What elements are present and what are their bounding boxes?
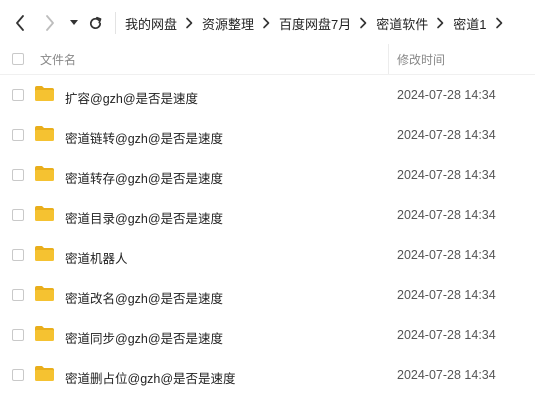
file-name[interactable]: 密道链转@gzh@是否是速度 bbox=[65, 128, 223, 147]
toolbar-divider bbox=[115, 12, 116, 34]
file-modified-time: 2024-07-28 14:34 bbox=[397, 288, 496, 302]
back-button[interactable] bbox=[10, 12, 30, 34]
file-modified-time: 2024-07-28 14:34 bbox=[397, 248, 496, 262]
chevron-left-icon bbox=[16, 15, 24, 31]
file-row[interactable]: 密道目录@gzh@是否是速度 2024-07-28 14:34 bbox=[0, 195, 535, 235]
chevron-right-icon[interactable] bbox=[495, 17, 505, 29]
file-row[interactable]: 密道转存@gzh@是否是速度 2024-07-28 14:34 bbox=[0, 155, 535, 195]
file-name[interactable]: 密道目录@gzh@是否是速度 bbox=[65, 208, 223, 227]
folder-icon bbox=[35, 166, 54, 181]
file-row[interactable]: 密道删占位@gzh@是否是速度 2024-07-28 14:34 bbox=[0, 355, 535, 395]
file-modified-time: 2024-07-28 14:34 bbox=[397, 128, 496, 142]
row-checkbox[interactable] bbox=[12, 169, 24, 181]
file-modified-time: 2024-07-28 14:34 bbox=[397, 368, 496, 382]
row-checkbox[interactable] bbox=[12, 369, 24, 381]
file-name[interactable]: 密道转存@gzh@是否是速度 bbox=[65, 168, 223, 187]
caret-down-icon bbox=[70, 20, 78, 25]
file-row[interactable]: 密道同步@gzh@是否是速度 2024-07-28 14:34 bbox=[0, 315, 535, 355]
folder-icon bbox=[35, 126, 54, 141]
row-checkbox[interactable] bbox=[12, 89, 24, 101]
breadcrumb-item[interactable]: 密道1 bbox=[453, 14, 486, 33]
column-divider[interactable] bbox=[388, 44, 389, 74]
refresh-button[interactable] bbox=[85, 12, 105, 34]
column-header-name[interactable]: 文件名 bbox=[40, 51, 76, 68]
forward-button[interactable] bbox=[40, 12, 60, 34]
breadcrumb-item[interactable]: 我的网盘 bbox=[125, 14, 177, 33]
file-modified-time: 2024-07-28 14:34 bbox=[397, 168, 496, 182]
chevron-right-icon bbox=[436, 17, 446, 29]
folder-icon bbox=[35, 246, 54, 261]
folder-icon bbox=[35, 206, 54, 221]
toolbar: 我的网盘 资源整理 百度网盘7月 密道软件 密道1 bbox=[0, 0, 535, 44]
chevron-right-icon bbox=[46, 15, 54, 31]
folder-icon bbox=[35, 366, 54, 381]
row-checkbox[interactable] bbox=[12, 209, 24, 221]
chevron-right-icon bbox=[359, 17, 369, 29]
history-dropdown-button[interactable] bbox=[64, 12, 84, 34]
file-name[interactable]: 扩容@gzh@是否是速度 bbox=[65, 88, 198, 107]
file-modified-time: 2024-07-28 14:34 bbox=[397, 88, 496, 102]
file-modified-time: 2024-07-28 14:34 bbox=[397, 208, 496, 222]
file-name[interactable]: 密道改名@gzh@是否是速度 bbox=[65, 288, 223, 307]
folder-icon bbox=[35, 326, 54, 341]
folder-icon bbox=[35, 286, 54, 301]
file-list-header: 文件名 修改时间 bbox=[0, 44, 535, 75]
row-checkbox[interactable] bbox=[12, 329, 24, 341]
breadcrumb-item[interactable]: 百度网盘7月 bbox=[279, 14, 351, 33]
file-row[interactable]: 扩容@gzh@是否是速度 2024-07-28 14:34 bbox=[0, 75, 535, 115]
refresh-icon bbox=[89, 16, 101, 29]
row-checkbox[interactable] bbox=[12, 129, 24, 141]
column-header-modified[interactable]: 修改时间 bbox=[397, 51, 445, 68]
chevron-right-icon bbox=[262, 17, 272, 29]
file-modified-time: 2024-07-28 14:34 bbox=[397, 328, 496, 342]
chevron-right-icon bbox=[185, 17, 195, 29]
file-name[interactable]: 密道机器人 bbox=[65, 248, 128, 267]
select-all-checkbox[interactable] bbox=[12, 53, 24, 65]
row-checkbox[interactable] bbox=[12, 289, 24, 301]
file-row[interactable]: 密道链转@gzh@是否是速度 2024-07-28 14:34 bbox=[0, 115, 535, 155]
row-checkbox[interactable] bbox=[12, 249, 24, 261]
file-row[interactable]: 密道机器人 2024-07-28 14:34 bbox=[0, 235, 535, 275]
file-name[interactable]: 密道删占位@gzh@是否是速度 bbox=[65, 368, 236, 387]
file-row[interactable]: 密道改名@gzh@是否是速度 2024-07-28 14:34 bbox=[0, 275, 535, 315]
folder-icon bbox=[35, 86, 54, 101]
breadcrumb-item[interactable]: 资源整理 bbox=[202, 14, 254, 33]
breadcrumb: 我的网盘 资源整理 百度网盘7月 密道软件 密道1 bbox=[125, 13, 512, 33]
breadcrumb-item[interactable]: 密道软件 bbox=[376, 14, 428, 33]
file-name[interactable]: 密道同步@gzh@是否是速度 bbox=[65, 328, 223, 347]
